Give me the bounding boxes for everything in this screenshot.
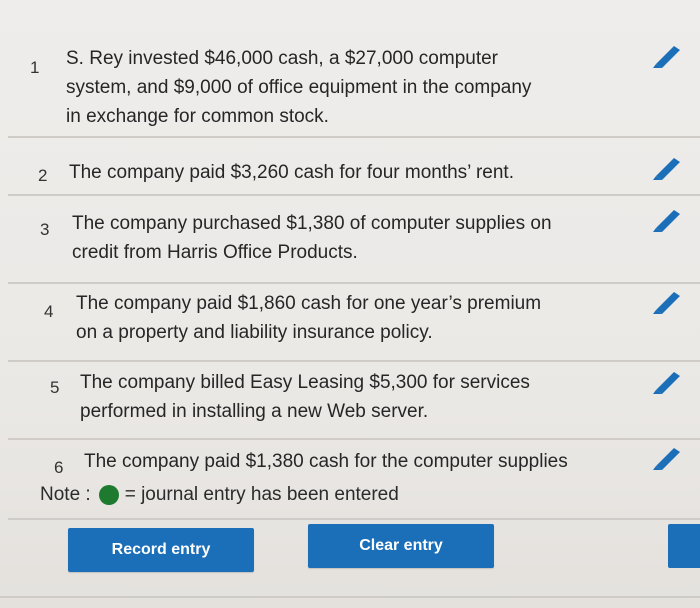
transaction-row-6: 6 The company paid $1,380 cash for the c… [8,438,700,520]
pencil-icon[interactable] [650,206,684,232]
transaction-description: S. Rey invested $46,000 cash, a $27,000 … [66,48,532,127]
note-text: = journal entry has been entered [124,484,399,505]
transaction-number: 2 [38,166,48,185]
transaction-number: 4 [44,302,54,321]
record-entry-button[interactable]: Record entry [68,528,254,572]
transaction-row-1: 1 S. Rey invested $46,000 cash, a $27,00… [8,36,700,138]
clear-entry-button[interactable]: Clear entry [308,524,494,568]
transaction-number: 5 [50,378,60,397]
pencil-icon[interactable] [650,288,684,314]
journal-entry-worksheet: 1 S. Rey invested $46,000 cash, a $27,00… [0,0,700,608]
transaction-row-4: 4 The company paid $1,860 cash for one y… [8,282,700,362]
pencil-icon[interactable] [650,42,684,68]
transaction-description: The company paid $1,860 cash for one yea… [76,293,542,343]
transaction-number: 6 [54,458,64,477]
transaction-row-5: 5 The company billed Easy Leasing $5,300… [8,360,700,440]
transaction-description: The company paid $1,380 cash for the com… [84,451,568,472]
partial-button[interactable] [668,524,700,568]
transaction-description: The company billed Easy Leasing $5,300 f… [80,372,530,422]
transaction-row-3: 3 The company purchased $1,380 of comput… [8,194,700,284]
transaction-description: The company purchased $1,380 of computer… [72,213,552,263]
pencil-icon[interactable] [650,444,684,470]
transaction-row-2: 2 The company paid $3,260 cash for four … [8,136,700,196]
entered-indicator-dot [98,485,119,505]
transaction-description: The company paid $3,260 cash for four mo… [69,162,514,183]
transaction-number: 1 [30,58,40,77]
pencil-icon[interactable] [650,368,684,394]
legend-note: Note : = journal entry has been entered [40,484,399,506]
note-label: Note : [40,484,91,505]
divider [0,596,700,598]
pencil-icon[interactable] [650,154,684,180]
transaction-number: 3 [40,220,50,239]
